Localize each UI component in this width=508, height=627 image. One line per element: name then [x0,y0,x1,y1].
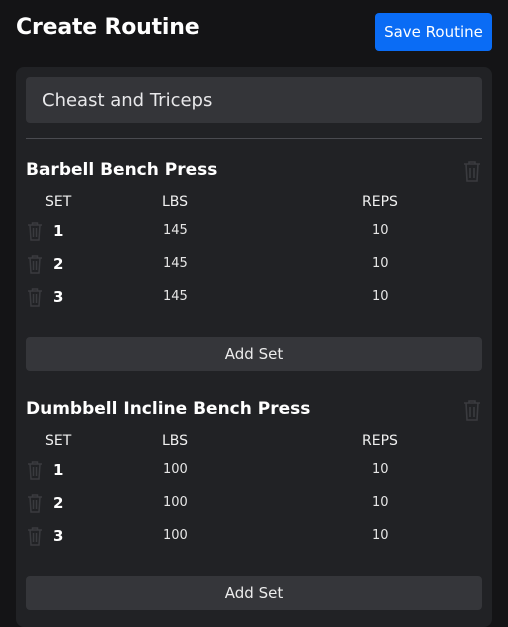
add-set-button[interactable]: Add Set [26,337,482,371]
lbs-value[interactable]: 145 [163,289,188,305]
set-row: 2 100 10 [26,492,482,514]
divider [26,138,482,139]
reps-value[interactable]: 10 [372,462,389,478]
set-number: 2 [53,494,64,512]
add-set-button[interactable]: Add Set [26,576,482,610]
reps-value[interactable]: 10 [372,528,389,544]
lbs-value[interactable]: 100 [163,528,188,544]
set-row: 2 145 10 [26,253,482,275]
reps-value[interactable]: 10 [372,256,389,272]
reps-value[interactable]: 10 [372,289,389,305]
set-row: 3 100 10 [26,525,482,547]
delete-set-trash-icon[interactable] [27,254,43,274]
delete-set-trash-icon[interactable] [27,493,43,513]
delete-set-trash-icon[interactable] [27,526,43,546]
lbs-value[interactable]: 100 [163,462,188,478]
save-routine-button[interactable]: Save Routine [375,13,492,51]
exercise-name: Dumbbell Incline Bench Press [26,399,311,419]
set-row: 1 145 10 [26,220,482,242]
routine-panel: Barbell Bench Press SET LBS REPS 1 145 1… [16,67,492,627]
set-number: 3 [53,288,64,306]
set-number: 3 [53,527,64,545]
page-title: Create Routine [16,15,200,40]
routine-name-input[interactable] [26,77,482,123]
delete-exercise-trash-icon[interactable] [462,160,482,182]
column-header-set: SET [45,433,72,449]
lbs-value[interactable]: 145 [163,223,188,239]
set-number: 2 [53,255,64,273]
column-header-reps: REPS [362,194,398,210]
column-header-lbs: LBS [162,194,189,210]
set-number: 1 [53,222,64,240]
delete-set-trash-icon[interactable] [27,287,43,307]
page-header: Create Routine Save Routine [0,0,508,62]
set-row: 1 100 10 [26,459,482,481]
reps-value[interactable]: 10 [372,495,389,511]
reps-value[interactable]: 10 [372,223,389,239]
column-header-lbs: LBS [162,433,189,449]
set-row: 3 145 10 [26,286,482,308]
column-header-set: SET [45,194,72,210]
delete-set-trash-icon[interactable] [27,460,43,480]
exercise-name: Barbell Bench Press [26,160,218,180]
set-number: 1 [53,461,64,479]
lbs-value[interactable]: 145 [163,256,188,272]
column-header-reps: REPS [362,433,398,449]
delete-set-trash-icon[interactable] [27,221,43,241]
lbs-value[interactable]: 100 [163,495,188,511]
delete-exercise-trash-icon[interactable] [462,399,482,421]
